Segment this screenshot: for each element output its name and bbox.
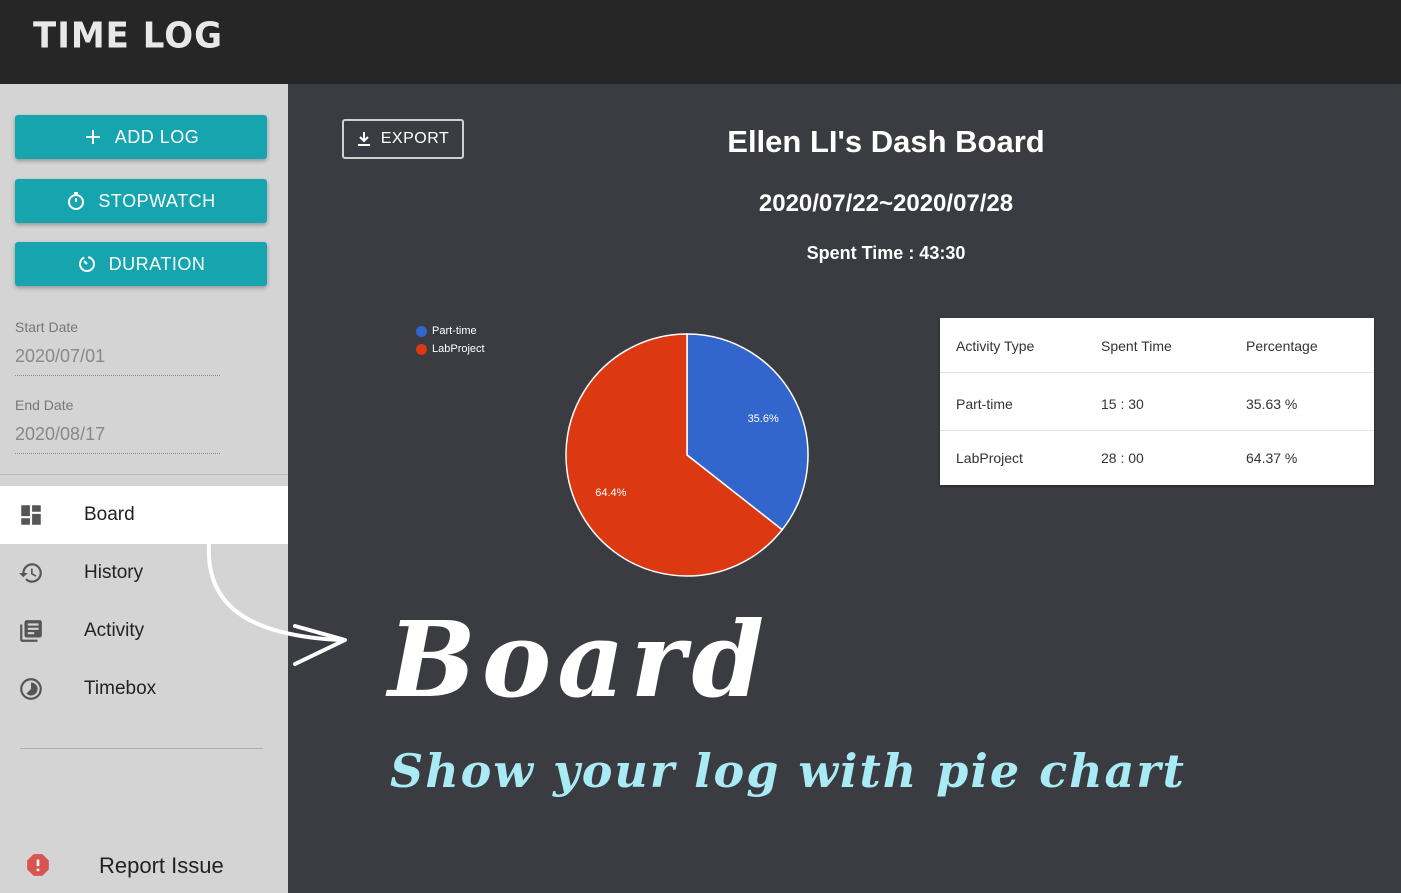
- app-header: TIME LOG: [0, 0, 1401, 84]
- legend-item-labproject: LabProject: [416, 340, 485, 358]
- history-icon: [19, 563, 42, 583]
- table-row: LabProject 28 : 00 64.37 %: [940, 430, 1374, 484]
- legend-swatch: [416, 325, 427, 337]
- report-issue-label: Report Issue: [99, 853, 224, 878]
- table-header: Percentage: [1246, 338, 1318, 354]
- overlay-subheading: Show your log with pie chart: [390, 744, 1186, 798]
- spent-time: Spent Time : 43:30: [806, 243, 966, 263]
- sidebar-divider-bottom: [20, 748, 263, 749]
- table-header: Activity Type: [956, 338, 1035, 354]
- table-cell: 15 : 30: [1101, 396, 1144, 412]
- table-cell: 64.37 %: [1246, 450, 1298, 466]
- table-header-row: Activity Type Spent Time Percentage: [940, 318, 1374, 373]
- legend-label: LabProject: [432, 343, 485, 355]
- nav-label-board: Board: [84, 504, 135, 525]
- end-date-field[interactable]: 2020/08/17: [15, 424, 220, 454]
- sidebar-divider: [0, 474, 288, 475]
- nav-label-timebox: Timebox: [84, 678, 157, 699]
- table-row: Part-time 15 : 30 35.63 %: [940, 376, 1374, 431]
- legend-swatch: [416, 343, 427, 355]
- nav-item-board[interactable]: Board: [0, 486, 288, 544]
- table-cell: 35.63 %: [1246, 396, 1298, 412]
- table-cell: LabProject: [956, 450, 1023, 466]
- library-books-icon: [20, 620, 42, 642]
- pie-data-label: 35.6%: [748, 413, 779, 425]
- table-cell: Part-time: [956, 396, 1013, 412]
- end-date-label: End Date: [15, 397, 74, 413]
- pie-data-label: 64.4%: [595, 487, 626, 499]
- timelapse-icon: [20, 678, 42, 700]
- app-logo: TIME LOG: [33, 15, 224, 57]
- legend-item-part-time: Part-time: [416, 322, 485, 340]
- curved-arrow-icon: [206, 542, 347, 666]
- legend-label: Part-time: [432, 325, 477, 337]
- alert-icon: [27, 854, 49, 876]
- overlay-heading: Board: [388, 598, 771, 721]
- table-cell: 28 : 00: [1101, 450, 1144, 466]
- dashboard-title: Ellen LI's Dash Board: [727, 124, 1045, 159]
- nav-label-activity: Activity: [84, 620, 145, 641]
- dashboard-icon: [21, 505, 41, 525]
- start-date-field[interactable]: 2020/07/01: [15, 346, 220, 376]
- start-date-label: Start Date: [15, 319, 79, 335]
- activity-table: Activity Type Spent Time Percentage Part…: [940, 318, 1374, 485]
- table-header: Spent Time: [1101, 338, 1172, 354]
- date-range: 2020/07/22~2020/07/28: [758, 190, 1014, 217]
- chart-legend: Part-time LabProject: [416, 322, 485, 358]
- report-issue-link[interactable]: Report Issue: [0, 836, 288, 893]
- pie-chart[interactable]: 35.6% 64.4%: [560, 328, 814, 582]
- nav-label-history: History: [84, 562, 144, 583]
